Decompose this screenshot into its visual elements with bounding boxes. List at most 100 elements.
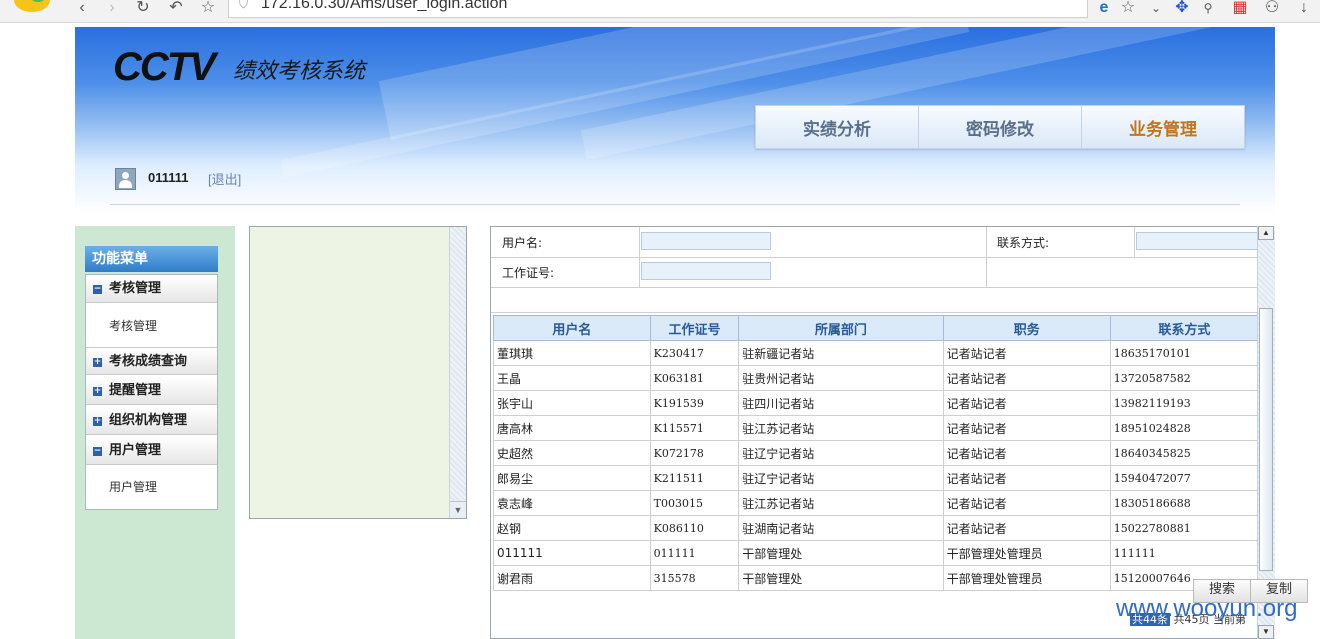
col-header-username[interactable]: 用户名	[493, 315, 651, 341]
table-cell: 13720587582	[1109, 365, 1259, 391]
table-row[interactable]: 唐高林 K115571 驻江苏记者站 记者站记者 18951024828	[493, 415, 1259, 441]
apps-icon[interactable]: ▦	[1230, 0, 1250, 18]
table-row[interactable]: 董琪琪 K230417 驻新疆记者站 记者站记者 18635170101	[493, 340, 1259, 366]
table-cell: 18635170101	[1109, 340, 1259, 366]
table-cell: 驻江苏记者站	[738, 415, 944, 441]
search-icon[interactable]: ⚲	[1198, 0, 1218, 18]
table-row[interactable]: 赵钢 K086110 驻湖南记者站 记者站记者 15022780881	[493, 515, 1259, 541]
table-cell: 袁志峰	[493, 490, 651, 516]
table-cell: 王晶	[493, 365, 651, 391]
tree-scrollbar[interactable]	[449, 227, 466, 518]
username-label: 用户名:	[502, 236, 543, 250]
idno-input[interactable]	[641, 262, 771, 280]
table-row[interactable]: 郎易尘 K211511 驻辽宁记者站 记者站记者 15940472077	[493, 465, 1259, 491]
table-cell: 干部管理处	[738, 540, 944, 566]
table-row[interactable]: 011111 011111 干部管理处 干部管理处管理员 111111	[493, 540, 1259, 566]
table-cell: 记者站记者	[942, 465, 1111, 491]
user-table: 用户名 工作证号 所属部门 职务 联系方式 董琪琪 K230417 驻新疆记者站 记者…	[493, 315, 1259, 591]
table-cell: 谢君雨	[493, 565, 651, 591]
table-row[interactable]: 袁志峰 T003015 驻江苏记者站 记者站记者 18305186688	[493, 490, 1259, 516]
menu-title: 功能菜单	[85, 246, 218, 272]
table-cell: 18951024828	[1109, 415, 1259, 441]
table-cell: K063181	[649, 365, 740, 391]
scroll-thumb[interactable]	[1259, 308, 1273, 571]
chevron-down-icon[interactable]: ⌄	[1146, 0, 1166, 18]
table-cell: K072178	[649, 440, 740, 466]
left-sidebar: 功能菜单 − 考核管理 考核管理 + 考核成绩查询 + 提醒管理 + 组织机构管…	[75, 226, 235, 639]
table-cell: 15022780881	[1109, 515, 1259, 541]
grid-scrollbar[interactable]: ▲ ▼	[1257, 226, 1275, 639]
col-header-department[interactable]: 所属部门	[738, 315, 944, 341]
menu-group-label: 考核管理	[109, 281, 162, 296]
contact-input[interactable]	[1136, 232, 1259, 250]
table-cell: 记者站记者	[942, 415, 1111, 441]
username-input[interactable]	[641, 232, 771, 250]
menu-group-user[interactable]: − 用户管理	[86, 437, 217, 465]
current-user: 011111	[148, 170, 189, 185]
menu-group-organization[interactable]: + 组织机构管理	[86, 407, 217, 435]
table-cell: 张宇山	[493, 390, 651, 416]
menu-group-label: 用户管理	[109, 443, 162, 458]
expand-icon: +	[93, 416, 102, 426]
menu-item-assessment[interactable]: 考核管理	[109, 317, 157, 334]
star-icon[interactable]: ☆	[198, 0, 218, 18]
table-cell: 驻贵州记者站	[738, 365, 944, 391]
table-cell: T003015	[649, 490, 740, 516]
table-cell: 18305186688	[1109, 490, 1259, 516]
menu-group-assessment[interactable]: − 考核管理	[86, 275, 217, 303]
table-row[interactable]: 谢君雨 315578 干部管理处 干部管理处管理员 15120007646	[493, 565, 1259, 591]
table-cell: K230417	[649, 340, 740, 366]
address-bar[interactable]: ⛉ 172.16.0.30/Ams/user_login.action	[228, 0, 1088, 18]
reload-icon[interactable]: ↻	[133, 0, 153, 18]
paw-icon[interactable]: ✥	[1172, 0, 1192, 18]
table-cell: 赵钢	[493, 515, 651, 541]
scroll-up-icon[interactable]: ▲	[1258, 226, 1274, 240]
col-header-idno[interactable]: 工作证号	[649, 315, 740, 341]
url-text: 172.16.0.30/Ams/user_login.action	[261, 0, 508, 12]
watermark: www.wooyun.org	[1116, 595, 1298, 622]
download-icon[interactable]: ↓	[1294, 0, 1314, 18]
table-cell: 驻辽宁记者站	[738, 465, 944, 491]
table-cell: 15940472077	[1109, 465, 1259, 491]
user-icon[interactable]: ⚇	[1262, 0, 1282, 18]
table-cell: 记者站记者	[942, 365, 1111, 391]
table-cell: 驻新疆记者站	[738, 340, 944, 366]
org-tree-pane[interactable]: ▼	[249, 226, 467, 519]
col-header-position[interactable]: 职务	[942, 315, 1111, 341]
function-menu: − 考核管理 考核管理 + 考核成绩查询 + 提醒管理 + 组织机构管理 − 用…	[85, 274, 218, 510]
forward-icon[interactable]: ›	[102, 0, 122, 18]
table-cell: 记者站记者	[942, 390, 1111, 416]
table-row[interactable]: 史超然 K072178 驻辽宁记者站 记者站记者 18640345825	[493, 440, 1259, 466]
table-cell: 史超然	[493, 440, 651, 466]
table-cell: 315578	[649, 565, 740, 591]
table-cell: 郎易尘	[493, 465, 651, 491]
nav-tab-business[interactable]: 业务管理	[1082, 106, 1244, 148]
nav-tab-performance[interactable]: 实绩分析	[756, 106, 919, 148]
menu-group-label: 组织机构管理	[109, 413, 188, 428]
menu-group-label: 考核成绩查询	[109, 354, 188, 369]
table-cell: 记者站记者	[942, 340, 1111, 366]
menu-item-user[interactable]: 用户管理	[109, 478, 157, 495]
undo-icon[interactable]: ↶	[166, 0, 186, 18]
menu-group-reminder[interactable]: + 提醒管理	[86, 377, 217, 405]
table-cell: 驻辽宁记者站	[738, 440, 944, 466]
col-header-contact[interactable]: 联系方式	[1109, 315, 1259, 341]
table-cell: 18640345825	[1109, 440, 1259, 466]
table-cell: 董琪琪	[493, 340, 651, 366]
menu-group-score-query[interactable]: + 考核成绩查询	[86, 347, 217, 375]
nav-tab-password[interactable]: 密码修改	[919, 106, 1082, 148]
scroll-down-icon[interactable]: ▼	[1258, 625, 1274, 639]
bookmark-icon[interactable]: ☆	[1118, 0, 1138, 18]
scroll-down-icon[interactable]: ▼	[450, 501, 466, 518]
page-header: CCTV 绩效考核系统 实绩分析 密码修改 业务管理 011111 [退出]	[75, 27, 1275, 213]
logout-link[interactable]: [退出]	[208, 169, 241, 188]
table-cell: 记者站记者	[942, 490, 1111, 516]
table-row[interactable]: 王晶 K063181 驻贵州记者站 记者站记者 13720587582	[493, 365, 1259, 391]
table-cell: K115571	[649, 415, 740, 441]
ie-icon[interactable]: e	[1094, 0, 1114, 18]
back-icon[interactable]: ‹	[72, 0, 92, 18]
table-cell: 驻湖南记者站	[738, 515, 944, 541]
contact-label: 联系方式:	[997, 236, 1050, 250]
table-cell: 唐高林	[493, 415, 651, 441]
table-row[interactable]: 张宇山 K191539 驻四川记者站 记者站记者 13982119193	[493, 390, 1259, 416]
